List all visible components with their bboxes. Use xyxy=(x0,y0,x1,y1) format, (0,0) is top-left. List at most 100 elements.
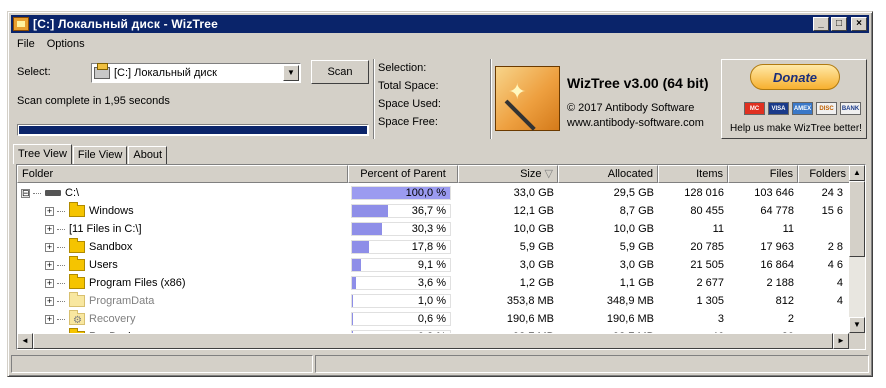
column-percent[interactable]: Percent of Parent xyxy=(348,165,458,183)
table-row[interactable]: + Users 9,1 % 3,0 GB 3,0 GB 21 505 16 864 4 6 xyxy=(17,256,851,274)
table-row[interactable]: + Program Files (x86) 3,6 % 1,2 GB 1,1 GB 2 6… xyxy=(17,274,851,292)
discover-icon: DISC xyxy=(816,102,837,115)
horizontal-scroll-thumb[interactable] xyxy=(33,333,833,349)
percent-cell: 3,6 % xyxy=(348,274,458,292)
wiztree-logo: ✦ xyxy=(495,66,560,131)
table-row[interactable]: + ProgramData 1,0 % 353,8 MB 348,9 MB 1 305 81… xyxy=(17,292,851,310)
size-cell: 5,9 GB xyxy=(519,241,554,253)
column-size[interactable]: Size ▽ xyxy=(458,165,558,183)
table-row[interactable]: ⊟ C:\ 100,0 % 33,0 GB 29,5 GB 128 016 103 646 2… xyxy=(17,184,851,202)
percent-cell: 1,0 % xyxy=(348,292,458,310)
scroll-left-button[interactable]: ◄ xyxy=(17,333,33,349)
folder-name: Users xyxy=(89,259,118,271)
allocated-cell: 348,9 MB xyxy=(606,295,654,307)
folder-name: Recovery xyxy=(89,313,136,325)
menu-options[interactable]: Options xyxy=(41,38,91,50)
percent-text: 17,8 % xyxy=(411,241,446,253)
column-folder[interactable]: Folder xyxy=(17,165,348,183)
vertical-scroll-thumb[interactable] xyxy=(849,181,865,257)
title-bar[interactable]: [C:] Локальный диск - WizTree _ □ × xyxy=(11,15,869,33)
folder-cell: ⊟ C:\ xyxy=(17,184,348,202)
scroll-right-button[interactable]: ► xyxy=(833,333,849,349)
column-header: Folder Percent of Parent Size ▽ Allocate… xyxy=(17,165,851,183)
items-cell: 1 305 xyxy=(696,295,724,307)
drive-select[interactable]: [C:] Локальный диск ▼ xyxy=(91,63,301,83)
expand-toggle[interactable]: + xyxy=(45,224,54,234)
table-row[interactable]: + Recovery 0,6 % 190,6 MB 190,6 MB 3 2 xyxy=(17,310,851,328)
files-cell: 103 646 xyxy=(754,187,794,199)
items-cell: 128 016 xyxy=(684,187,724,199)
scroll-down-button[interactable]: ▼ xyxy=(849,317,865,333)
donate-tagline: Help us make WizTree better! xyxy=(730,123,862,134)
files-cell: 812 xyxy=(775,295,794,307)
expand-toggle[interactable]: + xyxy=(45,296,54,306)
minimize-button[interactable]: _ xyxy=(813,17,829,31)
percent-bar: 30,3 % xyxy=(351,222,451,236)
horizontal-scrollbar[interactable]: ◄ ► xyxy=(17,333,849,349)
files-cell: 64 778 xyxy=(760,205,794,217)
percent-text: 0,6 % xyxy=(417,313,446,325)
maximize-button[interactable]: □ xyxy=(831,17,847,31)
expand-toggle[interactable]: + xyxy=(45,206,54,216)
folder-cell: + Program Files (x86) xyxy=(17,274,348,292)
vertical-scrollbar[interactable]: ▲ ▼ xyxy=(849,165,865,333)
total-space-label: Total Space: xyxy=(378,80,439,92)
donate-button[interactable]: Donate xyxy=(750,64,840,90)
table-row[interactable]: + Sandbox 17,8 % 5,9 GB 5,9 GB 20 785 17 963 2 … xyxy=(17,238,851,256)
tree-connector xyxy=(57,228,65,230)
expand-toggle[interactable]: + xyxy=(45,314,54,324)
scan-status: Scan complete in 1,95 seconds xyxy=(17,95,170,107)
percent-cell: 30,3 % xyxy=(348,220,458,238)
allocated-cell: 190,6 MB xyxy=(606,313,654,325)
allocated-cell: 3,0 GB xyxy=(619,259,654,271)
folder-name: C:\ xyxy=(65,187,80,199)
folders-cell: 2 8 xyxy=(827,241,843,253)
files-cell: 2 188 xyxy=(766,277,794,289)
size-cell: 190,6 MB xyxy=(506,313,554,325)
files-cell: 11 xyxy=(782,223,794,235)
expand-toggle[interactable]: + xyxy=(45,278,54,288)
percent-text: 100,0 % xyxy=(405,187,446,199)
column-files[interactable]: Files xyxy=(728,165,798,183)
folder-cell: + ProgramData xyxy=(17,292,348,310)
space-free-label: Space Free: xyxy=(378,116,438,128)
website-link[interactable]: www.antibody-software.com xyxy=(567,117,704,129)
select-label: Select: xyxy=(17,66,51,78)
folder-icon xyxy=(69,238,85,253)
percent-bar: 3,6 % xyxy=(351,276,451,290)
column-folders[interactable]: Folders xyxy=(798,165,851,183)
folder-name: ProgramData xyxy=(89,295,155,307)
expand-toggle[interactable]: + xyxy=(45,260,54,270)
divider xyxy=(373,59,375,139)
tab-about[interactable]: About xyxy=(128,146,168,164)
column-allocated[interactable]: Allocated xyxy=(558,165,658,183)
folders-cell: 4 6 xyxy=(827,259,843,271)
percent-cell: 17,8 % xyxy=(348,238,458,256)
chevron-down-icon[interactable]: ▼ xyxy=(283,65,299,81)
size-cell: 3,0 GB xyxy=(519,259,554,271)
folder-name: Sandbox xyxy=(89,241,133,253)
menu-file[interactable]: File xyxy=(11,38,41,50)
close-button[interactable]: × xyxy=(851,17,867,31)
tab-tree-view[interactable]: Tree View xyxy=(13,144,72,164)
column-size-label: Size xyxy=(520,168,542,180)
sort-arrow-icon: ▽ xyxy=(544,168,553,180)
percent-bar: 17,8 % xyxy=(351,240,451,254)
wiztree-window: [C:] Локальный диск - WizTree _ □ × File… xyxy=(7,11,873,377)
column-items[interactable]: Items xyxy=(658,165,728,183)
expand-toggle[interactable]: + xyxy=(45,242,54,252)
folder-cell: + Users xyxy=(17,256,348,274)
table-row[interactable]: + Windows 36,7 % 12,1 GB 8,7 GB 80 455 64 778 1… xyxy=(17,202,851,220)
scan-button[interactable]: Scan xyxy=(311,60,369,84)
percent-bar-fill xyxy=(352,241,370,253)
percent-text: 36,7 % xyxy=(411,205,446,217)
donate-panel[interactable]: Donate MC VISA AMEX DISC BANK Help us ma… xyxy=(721,59,867,139)
tab-file-view[interactable]: File View xyxy=(72,146,128,164)
expand-toggle[interactable]: ⊟ xyxy=(21,188,30,198)
table-row[interactable]: + [11 Files in C:\] 30,3 % 10,0 GB 10,0 GB 11… xyxy=(17,220,851,238)
allocated-cell: 10,0 GB xyxy=(613,223,654,235)
tree-connector xyxy=(33,192,41,194)
size-cell: 1,2 GB xyxy=(519,277,554,289)
percent-bar: 9,1 % xyxy=(351,258,451,272)
scroll-up-button[interactable]: ▲ xyxy=(849,165,865,181)
